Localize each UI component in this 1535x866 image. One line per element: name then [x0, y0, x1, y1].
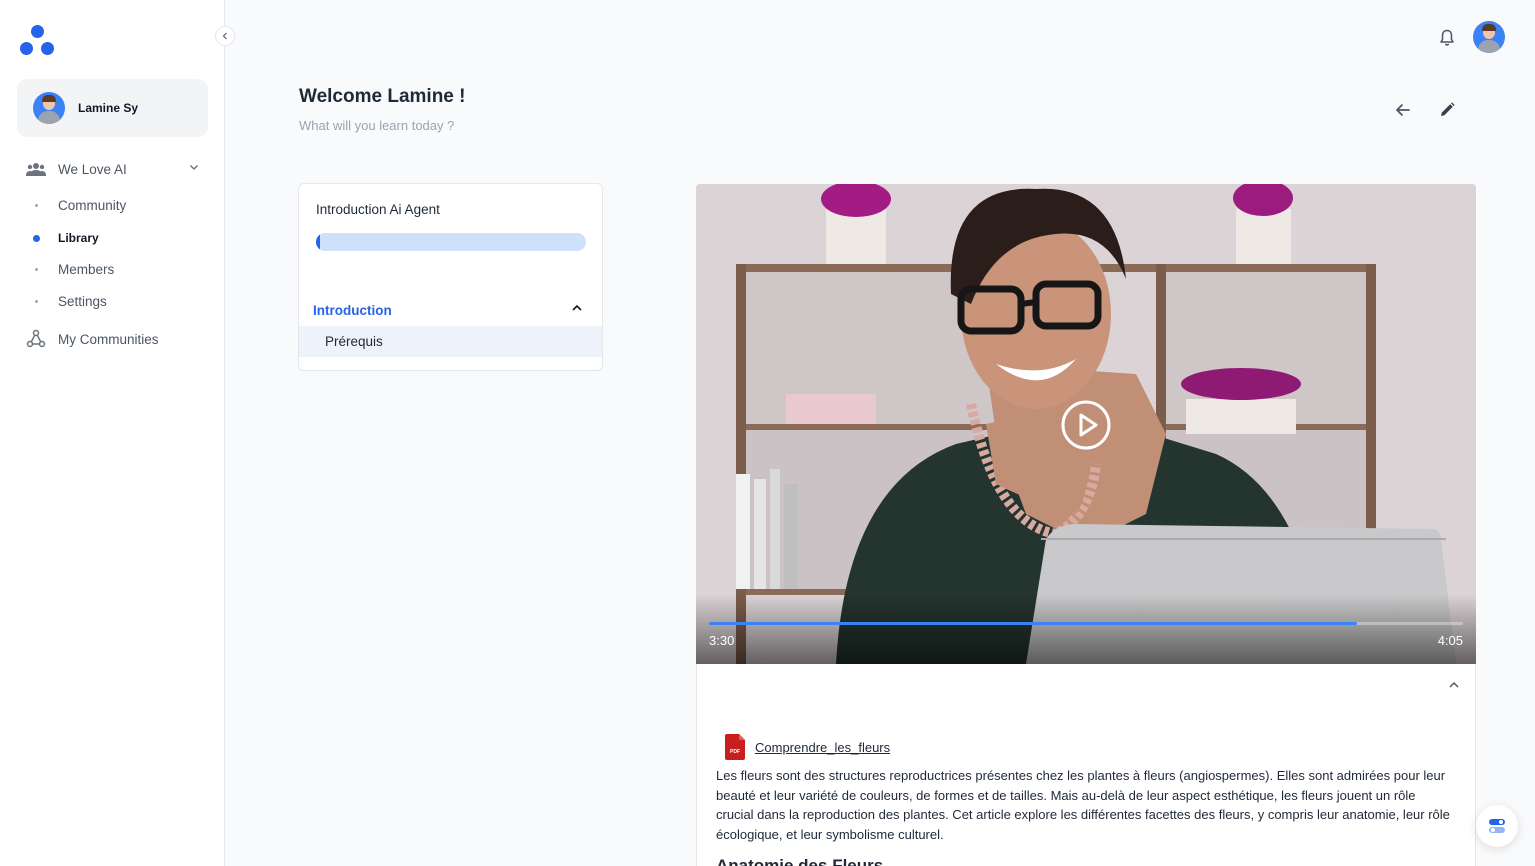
play-icon[interactable] [1060, 399, 1112, 451]
user-card[interactable]: Lamine Sy [17, 79, 208, 137]
course-progress-bar [316, 233, 586, 251]
attachment-link[interactable]: PDF Comprendre_les_fleurs [725, 734, 890, 760]
sidebar-item-label: Settings [58, 293, 107, 309]
bullet-icon [35, 203, 38, 207]
video-seek-bar[interactable] [709, 622, 1463, 625]
video-current-time: 3:30 [709, 633, 735, 648]
pdf-file-icon: PDF [725, 734, 745, 760]
app-logo[interactable] [19, 25, 55, 57]
active-bullet-icon [33, 234, 40, 242]
network-icon [26, 329, 46, 348]
sidebar-group-we-love-ai[interactable]: We Love AI [26, 158, 206, 180]
video-total-time: 4:05 [1437, 633, 1463, 648]
users-icon [26, 163, 46, 176]
sidebar-group-label: We Love AI [58, 161, 127, 177]
video-controls-overlay [696, 594, 1476, 664]
section-introduction[interactable]: Introduction [299, 294, 602, 326]
page-subtitle: What will you learn today ? [299, 118, 455, 133]
chevron-left-icon [222, 32, 227, 40]
bullet-icon [35, 299, 38, 303]
lesson-paragraph: Les fleurs sont des structures reproduct… [716, 768, 1450, 842]
sidebar-item-label: Community [58, 197, 127, 213]
user-avatar [33, 92, 65, 124]
sidebar-item-settings[interactable]: Settings [33, 291, 203, 311]
chevron-up-icon[interactable] [570, 301, 584, 315]
section-heading: Anatomie des Fleurs [716, 856, 884, 866]
course-title: Introduction Ai Agent [316, 202, 440, 217]
bullet-icon [35, 267, 38, 271]
lesson-content-panel: PDF Comprendre_les_fleurs Les fleurs son… [696, 664, 1476, 866]
sidebar-item-label: Members [58, 261, 115, 277]
course-outline-card: Introduction Ai Agent Introduction Prére… [298, 183, 603, 371]
course-progress-fill [316, 233, 321, 251]
section-label: Introduction [313, 302, 392, 318]
chevron-up-icon[interactable] [1447, 678, 1461, 692]
bell-icon[interactable] [1437, 28, 1457, 48]
svg-text:PDF: PDF [730, 749, 740, 755]
attachment-name[interactable]: Comprendre_les_fleurs [755, 740, 890, 755]
video-seek-fill [709, 622, 1358, 625]
sidebar-item-label: Library [58, 231, 99, 245]
video-player[interactable]: 3:30 4:05 [696, 184, 1476, 664]
page-title: Welcome Lamine ! [299, 86, 466, 107]
profile-avatar[interactable] [1473, 21, 1505, 53]
sidebar-item-my-communities[interactable]: My Communities [26, 328, 206, 350]
user-name: Lamine Sy [78, 101, 139, 115]
sidebar-item-community[interactable]: Community [33, 195, 203, 215]
arrow-left-icon[interactable] [1393, 100, 1413, 120]
chevron-down-icon[interactable] [188, 161, 200, 173]
sidebar-item-members[interactable]: Members [33, 259, 203, 279]
assistant-button[interactable] [1476, 805, 1518, 847]
lesson-item-prerequis[interactable]: Prérequis [299, 326, 602, 357]
sidebar-item-library[interactable]: Library [33, 228, 203, 248]
sidebar: Lamine Sy We Love AI Community Library M… [0, 0, 225, 866]
collapse-sidebar-button[interactable] [215, 26, 235, 46]
toggle-settings-icon [1489, 819, 1505, 833]
sidebar-item-label: My Communities [58, 331, 159, 347]
pencil-icon[interactable] [1437, 100, 1457, 120]
